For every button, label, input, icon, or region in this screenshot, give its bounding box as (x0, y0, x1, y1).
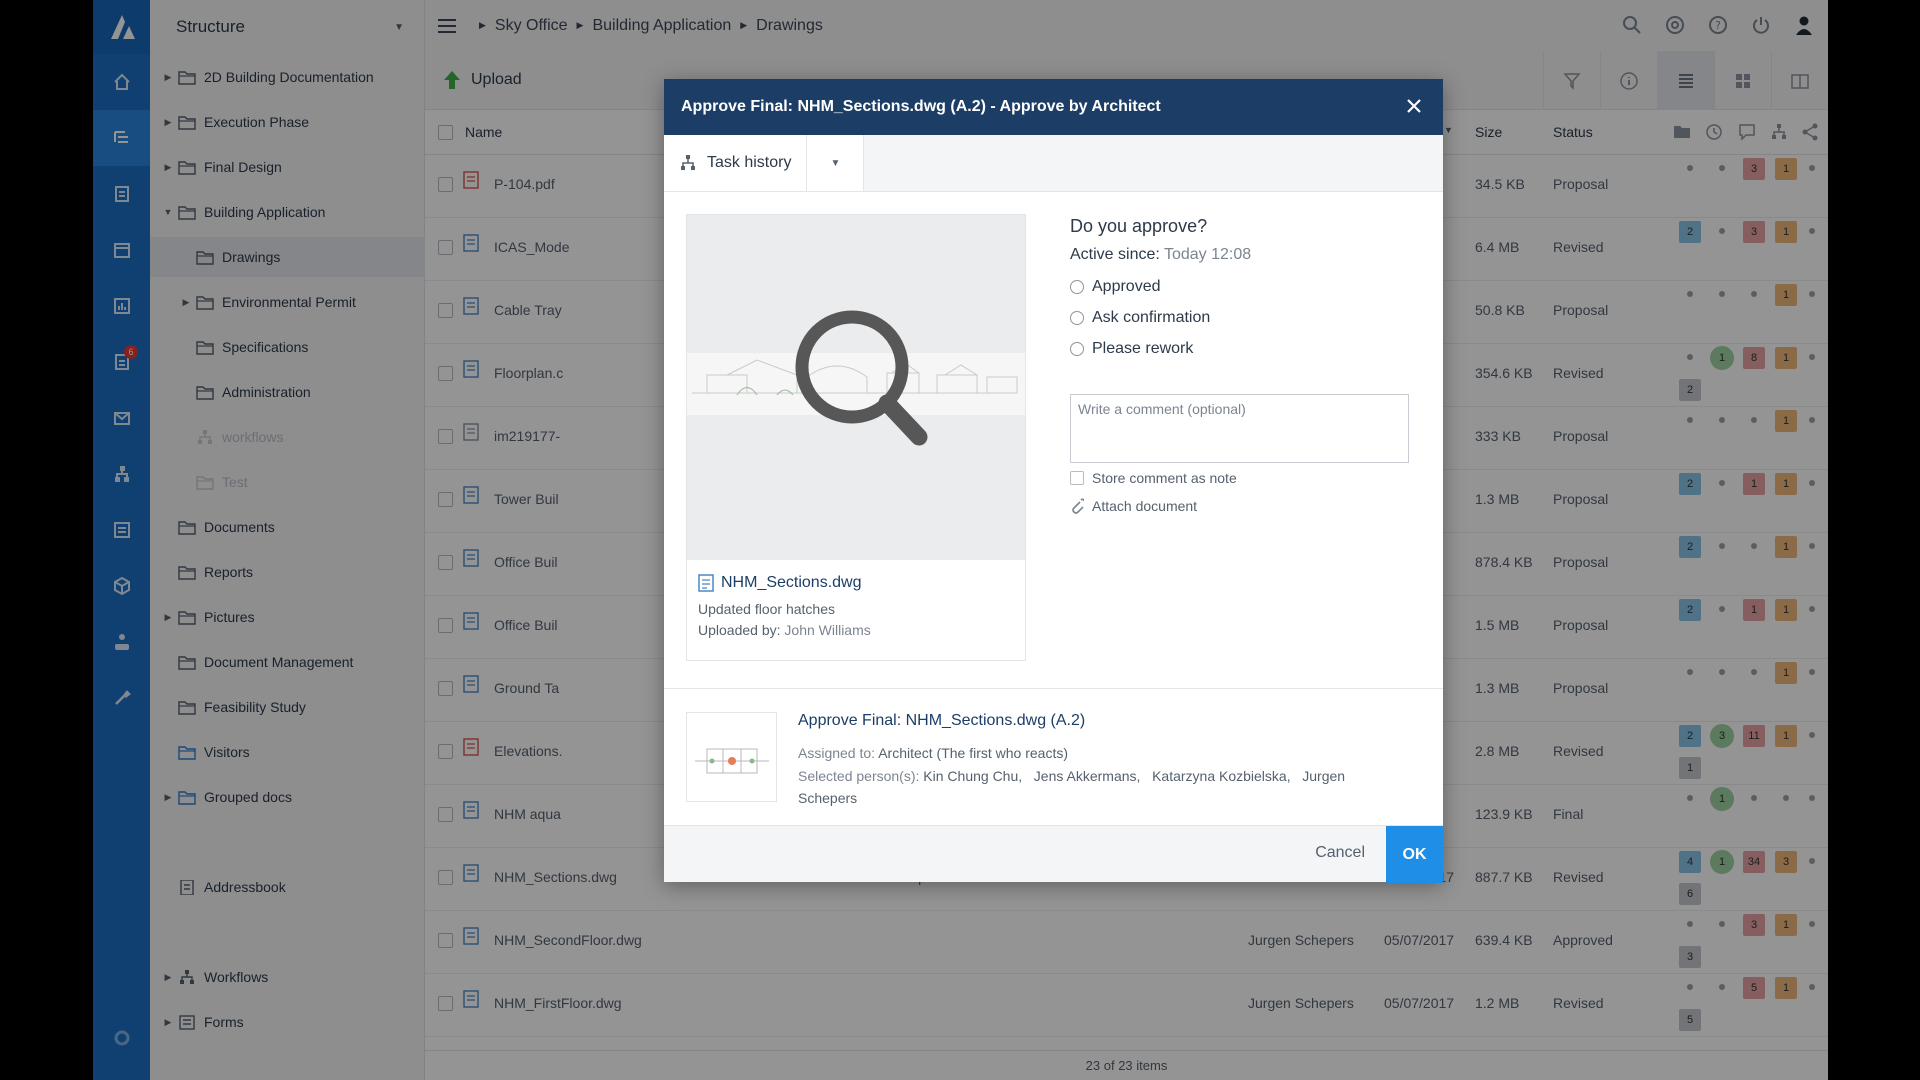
store-note-checkbox[interactable] (1070, 471, 1084, 485)
workflow-icon (681, 155, 695, 170)
task-thumbnail (686, 712, 777, 802)
comment-textarea[interactable] (1070, 394, 1409, 463)
dialog-divider (664, 688, 1443, 689)
option-approved[interactable]: Approved (1070, 278, 1161, 296)
radio-approved[interactable] (1070, 280, 1084, 294)
task-assigned: Assigned to: Architect (The first who re… (798, 742, 1358, 764)
assigned-value: Architect (The first who reacts) (878, 745, 1069, 761)
task-history-label: Task history (707, 154, 792, 171)
dialog-title: Approve Final: NHM_Sections.dwg (A.2) - … (681, 98, 1161, 115)
task-history-tab[interactable]: Task history (664, 135, 808, 191)
active-since-label: Active since: (1070, 246, 1160, 263)
active-since: Active since: Today 12:08 (1070, 246, 1251, 264)
selected-value-1: Kin Chung Chu, Jens Akkermans, Katarzyna… (923, 768, 1346, 784)
assigned-label: Assigned to: (798, 745, 876, 761)
task-title[interactable]: Approve Final: NHM_Sections.dwg (A.2) (798, 712, 1085, 730)
preview-thumbnail[interactable] (687, 215, 1025, 560)
option-ask-confirmation[interactable]: Ask confirmation (1070, 309, 1210, 327)
dialog-footer: Cancel OK (664, 825, 1443, 883)
dialog-tabs: Task history ▼ (664, 135, 1443, 192)
close-icon[interactable] (1403, 95, 1425, 117)
active-since-value: Today 12:08 (1163, 246, 1252, 263)
store-note-option[interactable]: Store comment as note (1070, 470, 1237, 486)
paperclip-icon (1072, 498, 1084, 514)
radio-ask-confirmation[interactable] (1070, 311, 1084, 325)
tab-dropdown-button[interactable]: ▼ (807, 135, 865, 191)
uploaded-by-value: John Williams (784, 622, 871, 638)
attach-document-label: Attach document (1092, 498, 1198, 514)
radio-please-rework[interactable] (1070, 342, 1084, 356)
drawing-sketch (687, 310, 1025, 446)
option-approved-label: Approved (1092, 278, 1161, 295)
selected-label: Selected person(s): (798, 768, 920, 784)
store-note-label: Store comment as note (1092, 470, 1237, 486)
approval-question: Do you approve? Active since: Today 12:0… (1070, 216, 1251, 264)
selected-value-2: Schepers (798, 790, 858, 806)
dialog-title-bar: Approve Final: NHM_Sections.dwg (A.2) - … (664, 79, 1443, 135)
uploaded-by-label: Uploaded by: (698, 622, 781, 638)
question-heading: Do you approve? (1070, 216, 1208, 236)
option-please-rework-label: Please rework (1092, 340, 1194, 357)
task-selected-persons: Selected person(s): Kin Chung Chu, Jens … (798, 765, 1358, 809)
option-ask-confirmation-label: Ask confirmation (1092, 309, 1211, 326)
caret-down-icon: ▼ (830, 157, 841, 169)
approval-dialog: Approve Final: NHM_Sections.dwg (A.2) - … (664, 79, 1443, 883)
document-preview: NHM_Sections.dwg Updated floor hatches U… (686, 214, 1026, 661)
attach-document-link[interactable]: Attach document (1070, 498, 1197, 514)
ok-button[interactable]: OK (1386, 826, 1443, 883)
task-summary: Approve Final: NHM_Sections.dwg (A.2) As… (686, 712, 1423, 806)
preview-comment: Updated floor hatches (698, 601, 835, 617)
dwg-file-icon (698, 574, 714, 592)
preview-info: NHM_Sections.dwg Updated floor hatches U… (687, 560, 1025, 652)
option-please-rework[interactable]: Please rework (1070, 340, 1193, 358)
cancel-button[interactable]: Cancel (1315, 844, 1365, 862)
preview-filename[interactable]: NHM_Sections.dwg (721, 574, 862, 592)
app-screen: 6 Structure ▼ ▶ 2D Building Documentation… (93, 0, 1828, 1080)
